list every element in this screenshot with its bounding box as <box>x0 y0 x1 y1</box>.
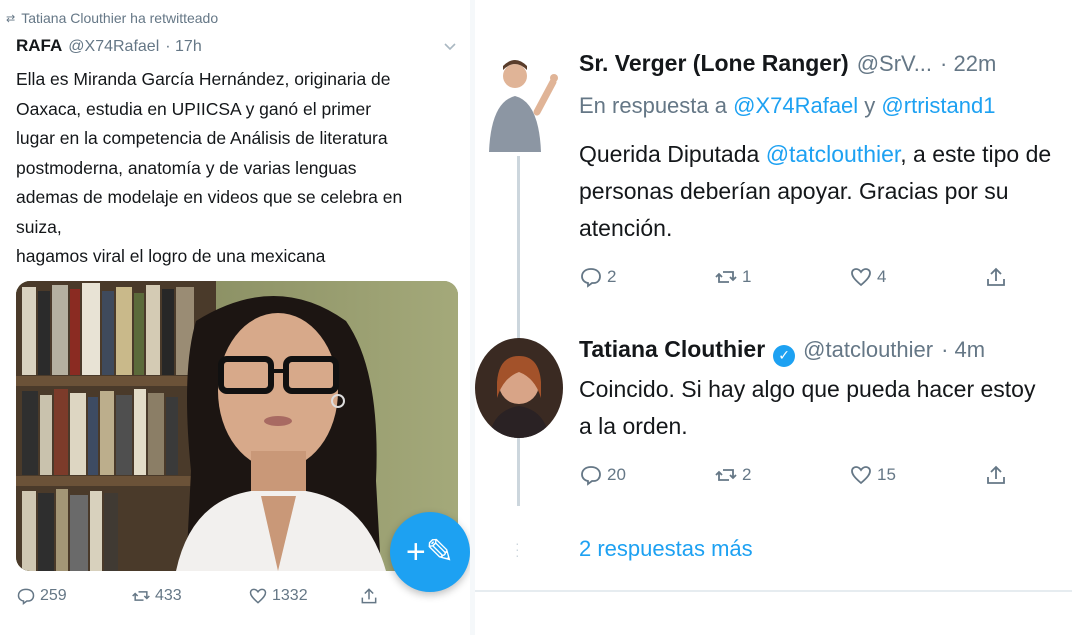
thread-dots: · · · <box>515 535 520 563</box>
tweet2-reply-action[interactable]: 20 <box>579 463 626 487</box>
reply-mention-x74rafael[interactable]: @X74Rafael <box>733 93 858 118</box>
tweet2-author-handle[interactable]: @tatclouthier <box>803 337 933 363</box>
reply-icon <box>17 588 35 605</box>
tweet1-retweet-action[interactable]: 1 <box>714 265 751 289</box>
share-icon <box>987 267 1005 286</box>
author-name[interactable]: RAFA <box>16 36 62 56</box>
reply-icon <box>581 268 601 288</box>
reply-icon <box>581 466 601 486</box>
tweet-time[interactable]: · 17h <box>165 38 201 56</box>
share-icon <box>361 588 377 604</box>
retweet-action[interactable]: 433 <box>131 586 182 606</box>
heart-icon <box>851 268 871 287</box>
retweet-small-icon: ⇄ <box>6 12 16 25</box>
tweet2-retweet-count: 2 <box>742 465 752 484</box>
heart-icon <box>249 588 267 604</box>
tweet2-retweet-action[interactable]: 2 <box>714 463 751 487</box>
original-tweet-panel: ⇄ Tatiana Clouthier ha retwitteado RAFA … <box>0 0 470 635</box>
avatar-tatiana-clouthier[interactable] <box>475 338 563 438</box>
retweet-icon <box>715 469 737 481</box>
heart-icon <box>851 466 871 485</box>
tweet2-text: Coincido. Si hay algo que pueda hacer es… <box>579 376 1036 439</box>
retweet-icon <box>132 591 150 601</box>
tweet2-like-count: 15 <box>877 465 896 484</box>
tweet2-like-action[interactable]: 15 <box>849 463 896 487</box>
retweet-note-text: Tatiana Clouthier ha retwitteado <box>21 10 219 26</box>
reply-action[interactable]: 259 <box>16 586 67 606</box>
feather-plus-icon: +✎ <box>405 533 455 571</box>
share-icon <box>987 465 1005 484</box>
tweet1-mention[interactable]: @tatclouthier <box>766 141 901 167</box>
tweet1-author-handle[interactable]: @SrV... <box>857 51 932 77</box>
avatar-sr-verger[interactable] <box>481 52 561 152</box>
tweet1-text: Querida Diputada @tatclouthier, a este t… <box>579 136 1072 247</box>
tweet2-actions: 20 2 15 <box>579 463 1072 493</box>
tweet2-header: Tatiana Clouthier ✓ @tatclouthier · 4m <box>579 336 985 367</box>
tweet2-share-action[interactable] <box>984 463 1008 487</box>
like-action[interactable]: 1332 <box>248 586 308 606</box>
reply-prefix: En respuesta a <box>579 93 734 118</box>
share-action[interactable] <box>359 586 379 606</box>
retweet-note: ⇄ Tatiana Clouthier ha retwitteado <box>6 10 218 26</box>
reply-mention-rtristand[interactable]: @rtristand1 <box>881 93 995 118</box>
tweet1-reply-action[interactable]: 2 <box>579 265 616 289</box>
avatar-image <box>475 338 563 438</box>
compose-tweet-button[interactable]: +✎ <box>390 512 470 592</box>
verified-badge-icon: ✓ <box>773 344 796 367</box>
tweet-author-row: RAFA @X74Rafael · 17h <box>16 36 202 56</box>
tweet2-time[interactable]: · 4m <box>941 337 985 363</box>
reply-thread-panel: Sr. Verger (Lone Ranger) @SrV... · 22m E… <box>475 0 1072 635</box>
tweet1-time[interactable]: · 22m <box>940 51 996 77</box>
tweet2-reply-count: 20 <box>607 465 626 484</box>
retweet-icon <box>715 271 737 283</box>
tweet2-author-name[interactable]: Tatiana Clouthier <box>579 336 765 363</box>
tweet1-retweet-count: 1 <box>742 267 752 286</box>
tweet1-reply-count: 2 <box>607 267 617 286</box>
tweet-actions-bar: 259 433 1332 <box>16 586 456 616</box>
reply-join: y <box>858 93 882 118</box>
tweet1-text-pre: Querida Diputada <box>579 141 766 167</box>
tweet1-header: Sr. Verger (Lone Ranger) @SrV... · 22m <box>579 50 996 77</box>
chevron-down-icon[interactable] <box>443 40 457 54</box>
tweet1-author-name[interactable]: Sr. Verger (Lone Ranger) <box>579 50 849 77</box>
retweet-count: 433 <box>155 587 182 604</box>
author-handle[interactable]: @X74Rafael <box>68 38 159 56</box>
avatar-image <box>481 52 561 152</box>
more-replies-link[interactable]: 2 respuestas más <box>579 536 753 562</box>
like-count: 1332 <box>272 587 308 604</box>
reply-count: 259 <box>40 587 67 604</box>
tweet1-like-action[interactable]: 4 <box>849 265 886 289</box>
tweet1-share-action[interactable] <box>984 265 1008 289</box>
tweet1-reply-context: En respuesta a @X74Rafael y @rtristand1 <box>579 93 995 119</box>
bottom-separator <box>475 590 1072 592</box>
tweet-photo-image <box>16 281 458 571</box>
thread-line <box>517 156 520 506</box>
tweet-photo[interactable] <box>16 281 458 571</box>
tweet-text: Ella es Miranda García Hernández, origin… <box>16 69 403 266</box>
tweet1-actions: 2 1 4 <box>579 265 1072 295</box>
tweet1-like-count: 4 <box>877 267 887 286</box>
